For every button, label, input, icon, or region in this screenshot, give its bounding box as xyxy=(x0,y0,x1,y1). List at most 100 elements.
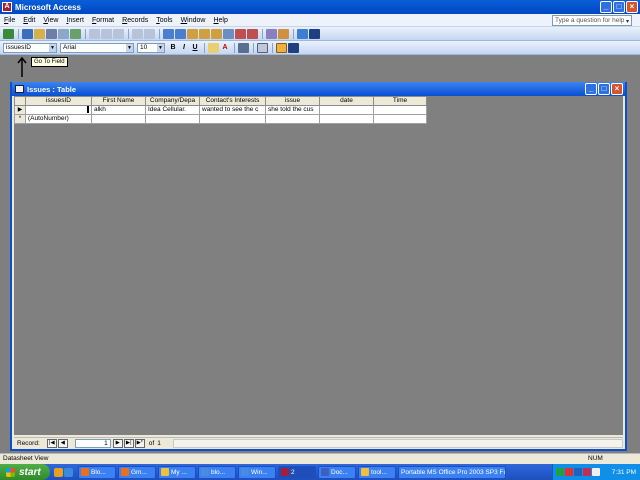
table-cell[interactable] xyxy=(319,114,374,125)
sort-descending-icon[interactable] xyxy=(175,28,186,39)
paste-icon[interactable] xyxy=(113,28,124,39)
table-cell[interactable]: she told the cus xyxy=(265,104,320,116)
hyperlink-icon[interactable] xyxy=(144,28,155,39)
special-effect-icon[interactable] xyxy=(276,42,287,53)
find-icon[interactable] xyxy=(223,28,234,39)
bold-button[interactable]: B xyxy=(168,43,178,53)
menu-view[interactable]: View xyxy=(43,17,58,24)
new-record-button[interactable]: ▶* xyxy=(134,439,145,448)
child-minimize-button[interactable]: _ xyxy=(585,83,597,95)
gridlines-icon[interactable] xyxy=(257,42,268,53)
taskbar-button[interactable]: Doc... xyxy=(318,465,356,479)
table-cell[interactable]: (AutoNumber) xyxy=(25,114,92,125)
fill-color-icon[interactable] xyxy=(208,42,219,53)
menu-insert[interactable]: Insert xyxy=(66,17,84,24)
antivirus-icon[interactable] xyxy=(565,468,573,476)
underline-button[interactable]: U xyxy=(190,43,200,53)
column-header[interactable]: date xyxy=(319,96,374,106)
sort-ascending-icon[interactable] xyxy=(163,28,174,39)
spelling-icon[interactable] xyxy=(70,28,81,39)
search-icon[interactable] xyxy=(34,28,45,39)
save-icon[interactable] xyxy=(22,28,33,39)
table-cell[interactable] xyxy=(91,114,146,125)
child-maximize-button[interactable]: □ xyxy=(598,83,610,95)
go-to-field-combo[interactable]: issuesID ▼ xyxy=(3,42,57,53)
font-color-button[interactable]: A xyxy=(220,43,230,53)
print-icon[interactable] xyxy=(46,28,57,39)
close-button[interactable]: × xyxy=(626,1,638,13)
undo-icon[interactable] xyxy=(132,28,143,39)
new-record-icon[interactable] xyxy=(235,28,246,39)
firefox-icon[interactable] xyxy=(54,467,63,477)
copy-icon[interactable] xyxy=(101,28,112,39)
taskbar-button[interactable]: Portable MS Office Pro 2003 SP3 Full En xyxy=(398,465,506,479)
column-header[interactable]: First Name xyxy=(91,96,146,106)
table-cell[interactable]: Idea Cellular. xyxy=(145,104,200,116)
minimize-button[interactable]: _ xyxy=(600,1,612,13)
line-color-icon[interactable] xyxy=(238,42,249,53)
ie-icon[interactable] xyxy=(64,467,73,477)
view-icon[interactable] xyxy=(3,28,14,39)
table-cell[interactable] xyxy=(265,114,320,125)
chevron-down-icon[interactable]: ▼ xyxy=(157,43,164,52)
maximize-button[interactable]: □ xyxy=(613,1,625,13)
print-preview-icon[interactable] xyxy=(58,28,69,39)
menu-help[interactable]: Help xyxy=(213,17,227,24)
network-icon[interactable] xyxy=(556,468,564,476)
start-button[interactable]: start xyxy=(0,464,50,480)
taskbar-button[interactable]: tool... xyxy=(358,465,396,479)
chevron-down-icon[interactable]: ▼ xyxy=(126,43,133,52)
table-cell[interactable] xyxy=(199,114,266,125)
column-header[interactable]: issuesID xyxy=(25,96,92,106)
taskbar-button[interactable]: blo... xyxy=(198,465,236,479)
delete-record-icon[interactable] xyxy=(247,28,258,39)
apply-filter-icon[interactable] xyxy=(211,28,222,39)
current-record-input[interactable]: 1 xyxy=(74,439,111,448)
previous-record-button[interactable]: ◀ xyxy=(57,439,68,448)
font-size-combo[interactable]: 10 ▼ xyxy=(137,42,165,53)
menu-file[interactable]: File xyxy=(4,17,15,24)
column-header[interactable]: Company/Depa xyxy=(145,96,200,106)
taskbar-button[interactable]: Win... xyxy=(238,465,276,479)
messenger-icon[interactable] xyxy=(574,468,582,476)
menu-edit[interactable]: Edit xyxy=(23,17,35,24)
toolbar-options-icon[interactable] xyxy=(288,42,299,53)
menu-format[interactable]: Format xyxy=(92,17,114,24)
database-window-icon[interactable] xyxy=(266,28,277,39)
new-object-icon[interactable] xyxy=(278,28,289,39)
chevron-down-icon[interactable]: ▼ xyxy=(49,43,56,52)
next-record-button[interactable]: ▶ xyxy=(112,439,123,448)
table-cell[interactable]: wanted to see the c xyxy=(199,104,266,116)
taskbar-button[interactable]: Blo... xyxy=(78,465,116,479)
taskbar-button[interactable]: Gm... xyxy=(118,465,156,479)
italic-button[interactable]: I xyxy=(179,43,189,53)
row-selector[interactable]: ▶ xyxy=(14,104,26,116)
cut-icon[interactable] xyxy=(89,28,100,39)
taskbar-button[interactable]: 2 xyxy=(278,465,316,479)
new-row-selector[interactable]: * xyxy=(14,114,26,125)
help-icon[interactable] xyxy=(297,28,308,39)
table-cell[interactable] xyxy=(373,114,427,125)
filter-by-selection-icon[interactable] xyxy=(187,28,198,39)
table-cell[interactable] xyxy=(373,104,427,116)
toolbar-options-icon[interactable] xyxy=(309,28,320,39)
help-search-input[interactable]: Type a question for help ▾ xyxy=(552,15,632,26)
last-record-button[interactable]: ▶| xyxy=(123,439,134,448)
menu-tools[interactable]: Tools xyxy=(156,17,172,24)
child-close-button[interactable]: × xyxy=(611,83,623,95)
column-header[interactable]: issue xyxy=(265,96,320,106)
table-cell[interactable] xyxy=(319,104,374,116)
volume-icon[interactable] xyxy=(592,468,600,476)
table-cell[interactable]: alkh xyxy=(91,104,146,116)
menu-window[interactable]: Window xyxy=(181,17,206,24)
select-all-corner[interactable] xyxy=(14,96,26,106)
filter-by-form-icon[interactable] xyxy=(199,28,210,39)
taskbar-button[interactable]: My ... xyxy=(158,465,196,479)
table-cell[interactable] xyxy=(145,114,200,125)
menu-records[interactable]: Records xyxy=(122,17,148,24)
first-record-button[interactable]: |◀ xyxy=(46,439,57,448)
horizontal-scrollbar[interactable] xyxy=(173,439,623,448)
gmail-notifier-icon[interactable] xyxy=(583,468,591,476)
table-cell[interactable] xyxy=(25,104,92,116)
font-name-combo[interactable]: Arial ▼ xyxy=(60,42,134,53)
